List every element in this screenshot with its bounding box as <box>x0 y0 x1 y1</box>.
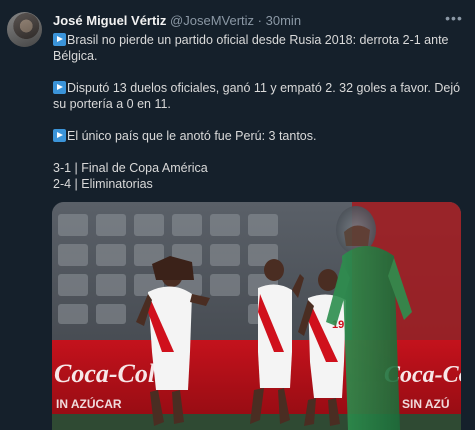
tweet-paragraph: Disputó 13 duelos oficiales, ganó 11 y e… <box>53 80 463 112</box>
stats-line: 2-4 | Eliminatorias <box>53 177 153 191</box>
play-button-emoji-icon <box>53 81 66 94</box>
ad-subtext-right: SIN AZÚ <box>402 396 450 411</box>
tweet-paragraph-text: Disputó 13 duelos oficiales, ganó 11 y e… <box>53 81 461 111</box>
more-icon[interactable]: ••• <box>443 9 465 27</box>
ad-text-left: Coca-Cola <box>54 359 168 388</box>
author-handle[interactable]: @JoseMVertiz <box>170 13 254 28</box>
tweet-text: Brasil no pierde un partido oficial desd… <box>53 32 463 192</box>
tweet-photo[interactable]: Coca-Cola Coca-Cola IN AZÚCAR SIN AZÚ <box>52 202 461 430</box>
timestamp[interactable]: 30min <box>266 13 301 28</box>
tweet-paragraph-text: Brasil no pierde un partido oficial desd… <box>53 33 449 63</box>
separator: · <box>257 13 263 28</box>
tweet[interactable]: José Miguel Vértiz @JoseMVertiz · 30min … <box>0 0 475 430</box>
avatar-shade <box>7 12 42 47</box>
play-button-emoji-icon <box>53 33 66 46</box>
ad-subtext-left: IN AZÚCAR <box>56 396 122 411</box>
tweet-paragraph: El único país que le anotó fue Perú: 3 t… <box>53 128 463 144</box>
avatar[interactable] <box>7 12 42 47</box>
stats-line: 3-1 | Final de Copa América <box>53 161 208 175</box>
play-button-emoji-icon <box>53 129 66 142</box>
tweet-paragraph-text: El único país que le anotó fue Perú: 3 t… <box>67 129 317 143</box>
tweet-header: José Miguel Vértiz @JoseMVertiz · 30min <box>53 13 301 29</box>
tweet-paragraph: Brasil no pierde un partido oficial desd… <box>53 32 463 64</box>
tweet-photo-image: Coca-Cola Coca-Cola IN AZÚCAR SIN AZÚ <box>52 202 461 430</box>
author-name[interactable]: José Miguel Vértiz <box>53 13 166 28</box>
